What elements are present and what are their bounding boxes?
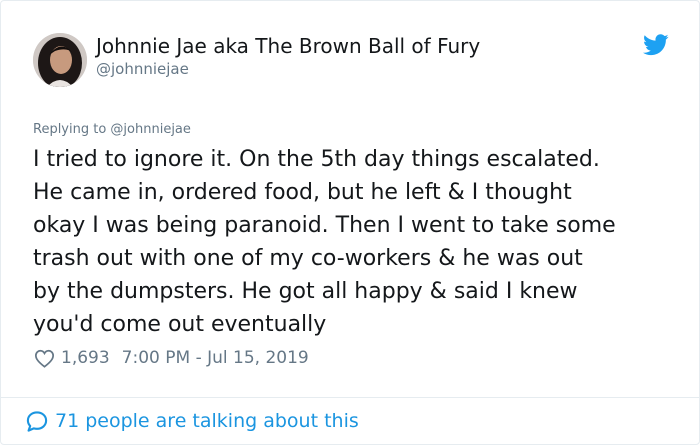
twitter-bird-icon[interactable] bbox=[643, 34, 669, 56]
talking-count-link[interactable]: 71 people are talking about this bbox=[55, 410, 359, 432]
divider bbox=[1, 397, 699, 398]
tweet-text-line: you'd come out eventually bbox=[33, 312, 327, 337]
tweet-meta: 1,693 7:00 PM - Jul 15, 2019 bbox=[34, 345, 309, 371]
tweet-text-line: by the dumpsters. He got all happy & sai… bbox=[33, 279, 578, 304]
display-name[interactable]: Johnnie Jae aka The Brown Ball of Fury bbox=[96, 34, 480, 58]
tweet-header: Johnnie Jae aka The Brown Ball of Fury @… bbox=[33, 31, 673, 91]
user-handle[interactable]: @johnniejae bbox=[96, 59, 189, 79]
speech-bubble-icon bbox=[26, 410, 48, 432]
tweet-card: Johnnie Jae aka The Brown Ball of Fury @… bbox=[0, 0, 700, 445]
tweet-text-line: okay I was being paranoid. Then I went t… bbox=[33, 213, 616, 238]
tweet-timestamp[interactable]: 7:00 PM - Jul 15, 2019 bbox=[122, 348, 309, 368]
heart-icon[interactable] bbox=[34, 349, 55, 368]
tweet-text-line: He came in, ordered food, but he left & … bbox=[33, 180, 572, 205]
tweet-text-line: trash out with one of my co-workers & he… bbox=[33, 246, 583, 271]
conversation-link[interactable]: 71 people are talking about this bbox=[25, 406, 359, 436]
tweet-text-line: I tried to ignore it. On the 5th day thi… bbox=[33, 147, 600, 172]
tweet-text: I tried to ignore it. On the 5th day thi… bbox=[33, 143, 683, 341]
like-count[interactable]: 1,693 bbox=[61, 348, 110, 368]
avatar[interactable] bbox=[33, 33, 87, 87]
replying-to-label[interactable]: Replying to @johnniejae bbox=[33, 121, 191, 139]
avatar-image bbox=[33, 33, 87, 87]
